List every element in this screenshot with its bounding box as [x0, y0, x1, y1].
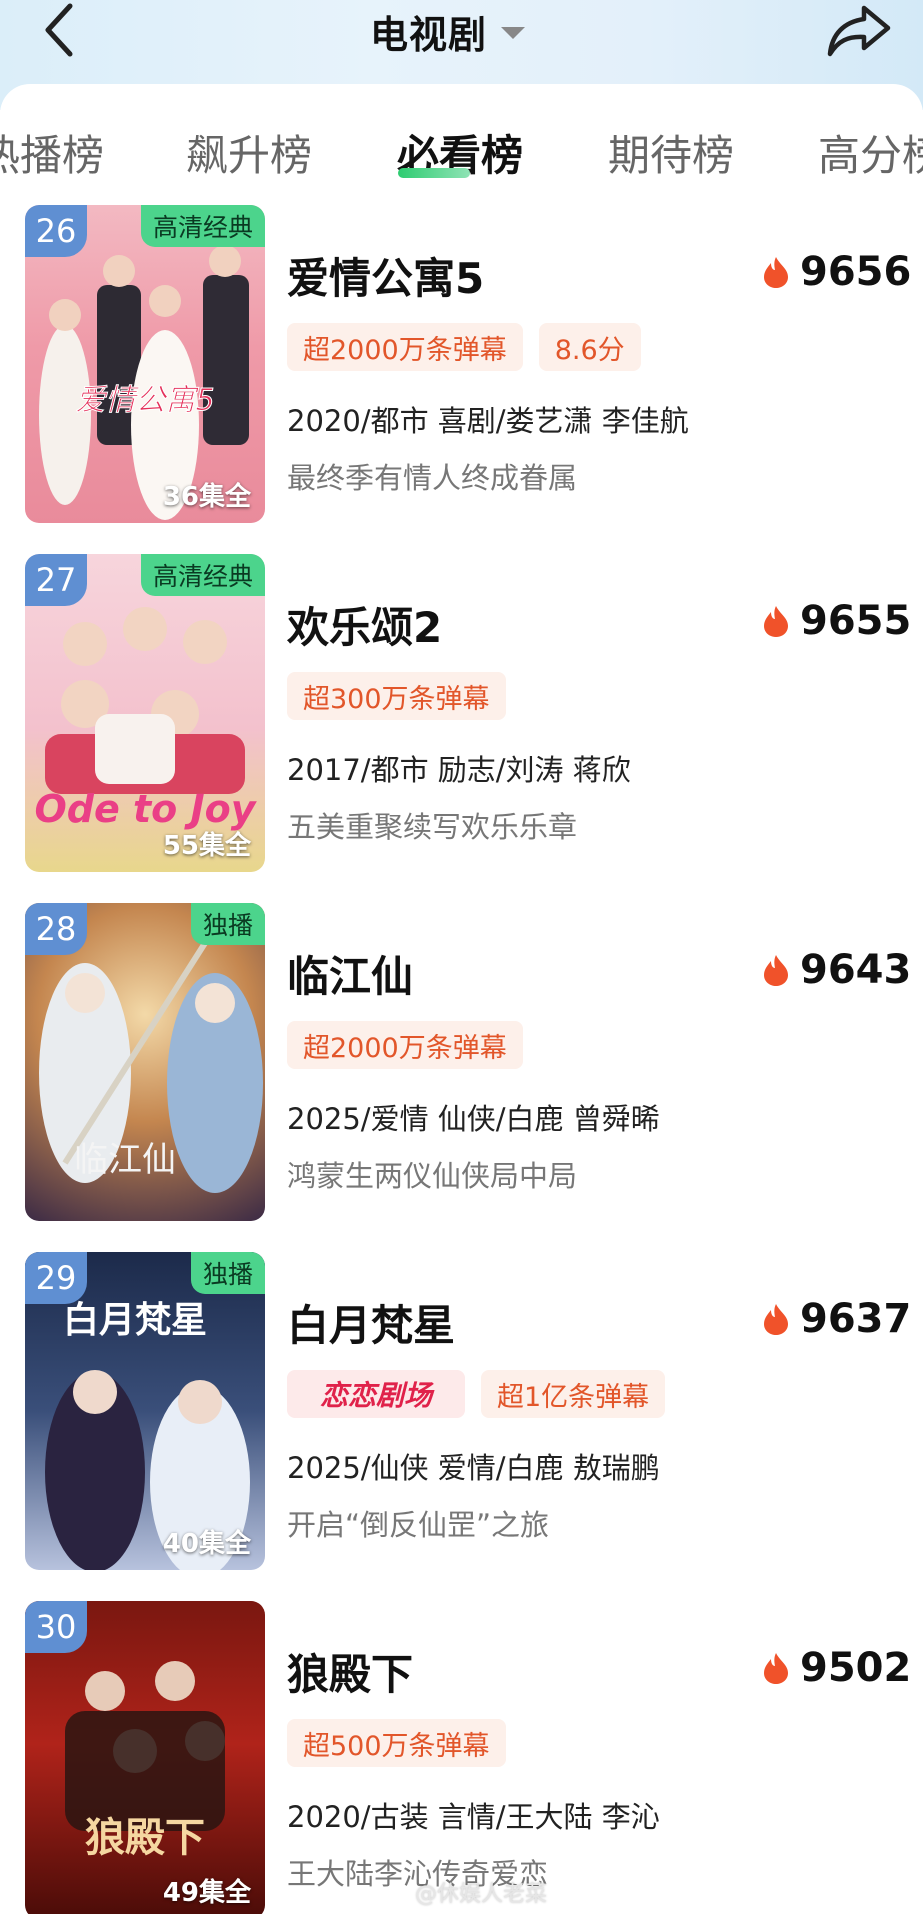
ranking-tabs: 热播榜 飙升榜 必看榜 期待榜 高分榜 — [0, 110, 923, 180]
danmu-tag: 超2000万条弹幕 — [287, 323, 523, 371]
rating-tag: 8.6分 — [538, 323, 641, 371]
poster[interactable]: 爱情公寓5 26 高清经典 36集全 — [25, 205, 265, 523]
danmu-tag: 超2000万条弹幕 — [287, 1021, 523, 1069]
hot-value: 9643 — [800, 947, 912, 993]
rank-badge: 26 — [25, 205, 87, 257]
hot-score: 9643 — [762, 947, 911, 993]
share-button[interactable] — [824, 0, 894, 60]
show-meta: 2025/仙侠 爱情/白鹿 敖瑞鹏 — [287, 1451, 660, 1485]
tab-anticipated[interactable]: 期待榜 — [608, 122, 734, 180]
poster-caption: 临江仙 — [74, 1140, 176, 1180]
show-description: 鸿蒙生两仪仙侠局中局 — [287, 1159, 578, 1193]
top-bar: 电视剧 — [0, 0, 923, 70]
poster-tag: 独播 — [190, 1252, 265, 1294]
share-icon — [827, 5, 891, 57]
danmu-tag: 超1亿条弹幕 — [481, 1370, 666, 1418]
show-meta: 2025/爱情 仙侠/白鹿 曾舜晞 — [287, 1102, 660, 1136]
dropdown-caret-icon — [501, 27, 526, 39]
brand-tag: 恋恋剧场 — [287, 1370, 465, 1418]
rank-badge: 29 — [25, 1252, 87, 1304]
tab-hot[interactable]: 热播榜 — [0, 122, 104, 180]
hot-score: 9655 — [762, 598, 911, 644]
hot-value: 9502 — [800, 1645, 912, 1691]
hot-score: 9637 — [762, 1296, 911, 1342]
poster[interactable]: Ode to Joy 27 高清经典 55集全 — [25, 554, 265, 872]
show-title[interactable]: 狼殿下 — [287, 1641, 413, 1702]
episode-count: 40集全 — [162, 1529, 251, 1559]
channel-selector[interactable]: 电视剧 — [370, 6, 526, 57]
show-description: 最终季有情人终成眷属 — [287, 461, 578, 495]
show-title[interactable]: 爱情公寓5 — [287, 245, 484, 306]
show-meta: 2017/都市 励志/刘涛 蒋欣 — [287, 753, 631, 787]
show-meta: 2020/古装 言情/王大陆 李沁 — [287, 1800, 660, 1834]
flame-icon — [764, 257, 788, 288]
hot-value: 9656 — [800, 249, 912, 295]
poster-caption: 爱情公寓5 — [75, 383, 214, 418]
hot-value: 9655 — [800, 598, 912, 644]
hot-value: 9637 — [800, 1296, 912, 1342]
tag-list: 超2000万条弹幕 — [287, 1021, 523, 1069]
list-item[interactable]: Ode to Joy 27 高清经典 55集全 欢乐颂2 9655 超300万条… — [0, 554, 923, 874]
show-meta: 2020/都市 喜剧/娄艺潇 李佳航 — [287, 404, 689, 438]
poster[interactable]: 狼殿下 30 49集全 — [25, 1601, 265, 1914]
poster-caption: 白月梵星 — [63, 1299, 207, 1341]
tag-list: 超2000万条弹幕 8.6分 — [287, 323, 641, 371]
episode-count: 55集全 — [162, 831, 251, 861]
flame-icon — [764, 606, 788, 637]
flame-icon — [764, 1653, 788, 1684]
tab-high-score[interactable]: 高分榜 — [818, 122, 923, 180]
rank-badge: 28 — [25, 903, 87, 955]
show-description: 开启“倒反仙罡”之旅 — [287, 1508, 550, 1542]
tab-rising[interactable]: 飙升榜 — [186, 122, 312, 180]
poster[interactable]: 临江仙 28 独播 — [25, 903, 265, 1221]
back-arrow-icon — [45, 3, 73, 57]
show-description: 五美重聚续写欢乐乐章 — [287, 810, 578, 844]
list-item[interactable]: 临江仙 28 独播 临江仙 9643 超2000万条弹幕 2025/爱情 仙侠/… — [0, 903, 923, 1223]
hot-score: 9656 — [762, 249, 911, 295]
watermark: @休娱人老菜 — [415, 1882, 548, 1907]
poster-tag: 高清经典 — [140, 554, 265, 596]
episode-count: 36集全 — [162, 482, 251, 512]
poster-tag: 高清经典 — [140, 205, 265, 247]
danmu-tag: 超500万条弹幕 — [287, 1719, 506, 1767]
flame-icon — [764, 955, 788, 986]
show-title[interactable]: 欢乐颂2 — [287, 594, 442, 655]
rank-badge: 27 — [25, 554, 87, 606]
list-item[interactable]: 白月梵星 29 独播 40集全 白月梵星 9637 恋恋剧场 超1亿条弹幕 20… — [0, 1252, 923, 1572]
show-title[interactable]: 临江仙 — [287, 943, 413, 1004]
list-item[interactable]: 爱情公寓5 26 高清经典 36集全 爱情公寓5 9656 超2000万条弹幕 … — [0, 205, 923, 525]
back-button[interactable] — [40, 0, 90, 60]
poster[interactable]: 白月梵星 29 独播 40集全 — [25, 1252, 265, 1570]
active-tab-indicator — [398, 168, 470, 178]
page-title: 电视剧 — [370, 12, 488, 57]
rank-badge: 30 — [25, 1601, 87, 1653]
tag-list: 恋恋剧场 超1亿条弹幕 — [287, 1370, 666, 1418]
poster-tag: 独播 — [190, 903, 265, 945]
poster-caption: 狼殿下 — [85, 1814, 205, 1861]
show-title[interactable]: 白月梵星 — [287, 1292, 455, 1353]
tag-list: 超500万条弹幕 — [287, 1719, 506, 1767]
flame-icon — [764, 1304, 788, 1335]
hot-score: 9502 — [762, 1645, 911, 1691]
list-item[interactable]: 狼殿下 30 49集全 狼殿下 9502 超500万条弹幕 2020/古装 言情… — [0, 1601, 923, 1914]
episode-count: 49集全 — [162, 1878, 251, 1908]
danmu-tag: 超300万条弹幕 — [287, 672, 506, 720]
tag-list: 超300万条弹幕 — [287, 672, 506, 720]
